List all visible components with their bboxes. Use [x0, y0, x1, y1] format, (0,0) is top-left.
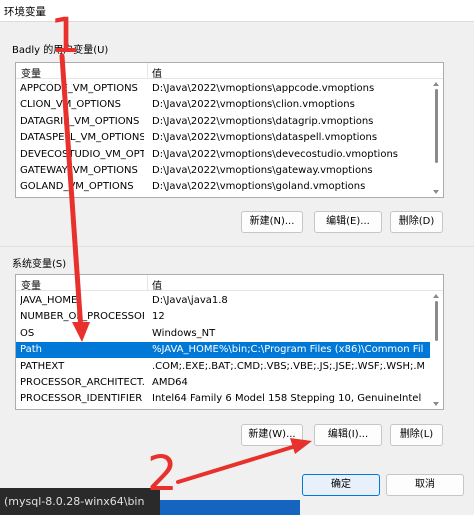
var-name-cell: PROCESSOR_IDENTIFIER [20, 393, 143, 405]
table-row[interactable]: CLION_VM_OPTIONS D:\Java\2022\vmoptions\c… [16, 97, 443, 113]
var-value-cell: D:\Java\2022\vmoptions\appcode.vmoptions [152, 83, 375, 94]
table-row[interactable]: GOLAND_VM_OPTIONS D:\Java\2022\vmoptions\… [16, 179, 443, 195]
header-divider[interactable] [147, 63, 148, 78]
var-value-cell: D:\Java\2022\vmoptions\gateway.vmoptions [152, 165, 373, 176]
sys-edit-button[interactable]: 编辑(I)... [314, 424, 382, 446]
var-name-cell: NUMBER_OF_PROCESSORS [20, 311, 144, 323]
var-value-cell: AMD64 [152, 377, 188, 388]
user-delete-button[interactable]: 删除(D) [390, 211, 443, 233]
var-name-cell: DATASPELL_VM_OPTIONS [20, 132, 144, 144]
sys-vars-label: 系统变量(S) [12, 259, 67, 270]
var-value-cell: Intel64 Family 6 Model 158 Stepping 10, … [152, 393, 422, 405]
var-name-cell: DATAGRIP_VM_OPTIONS [20, 115, 140, 127]
table-row[interactable]: PROCESSOR_ARCHITECT... AMD64 [16, 375, 443, 391]
table-row[interactable]: PROCESSOR_IDENTIFIER Intel64 Family 6 Mod… [16, 391, 443, 407]
cancel-button[interactable]: 取消 [386, 474, 464, 496]
taskbar-item[interactable]: (mysql-8.0.28-winx64\bin [0, 488, 160, 515]
var-name-cell: PATHEXT [20, 360, 65, 372]
taskbar-strip [160, 500, 300, 515]
user-vars-header: 变量 值 [16, 63, 443, 80]
var-value-cell: %JAVA_HOME%\bin;C:\Program Files (x86)\C… [152, 344, 424, 356]
header-divider[interactable] [147, 275, 148, 290]
var-value-cell: D:\Java\2022\vmoptions\dataspell.vmoptio… [152, 132, 378, 144]
header-value[interactable]: 值 [152, 277, 162, 292]
window-title: 环境变量 [4, 6, 46, 18]
var-value-cell: D:\Java\2022\vmoptions\clion.vmoptions [152, 99, 355, 111]
var-name-cell: OS [20, 327, 35, 339]
sys-delete-button[interactable]: 删除(L) [390, 424, 443, 446]
var-value-cell: D:\Java\2022\vmoptions\datagrip.vmoption… [152, 115, 374, 127]
scroll-thumb[interactable] [435, 301, 438, 341]
header-value[interactable]: 值 [152, 65, 162, 80]
user-vars-label: Badly 的用户变量(U) [12, 45, 109, 56]
sys-vars-header: 变量 值 [16, 275, 443, 292]
table-row[interactable]: Path %JAVA_HOME%\bin;C:\Program Files (x8… [16, 342, 443, 359]
table-row[interactable]: PATHEXT .COM;.EXE;.BAT;.CMD;.VBS;.VBE;.JS… [16, 359, 443, 375]
scroll-down-icon[interactable] [433, 190, 439, 194]
sys-new-button[interactable]: 新建(W)... [241, 424, 303, 446]
header-name[interactable]: 变量 [21, 65, 41, 80]
scroll-down-icon[interactable] [433, 402, 439, 406]
var-name-cell: CLION_VM_OPTIONS [20, 99, 121, 111]
annotation-arrow-2 [176, 444, 298, 484]
taskbar-label: (mysql-8.0.28-winx64\bin [4, 495, 145, 508]
var-value-cell: D:\Java\java1.8 [152, 295, 228, 306]
table-row[interactable]: DATAGRIP_VM_OPTIONS D:\Java\2022\vmoption… [16, 114, 443, 130]
ok-button[interactable]: 确定 [302, 474, 380, 496]
var-name-cell: PROCESSOR_ARCHITECT... [20, 377, 144, 388]
table-row[interactable]: OS Windows_NT [16, 326, 443, 342]
table-row[interactable]: JAVA_HOME D:\Java\java1.8 [16, 293, 443, 309]
var-value-cell: Windows_NT [152, 327, 216, 339]
scroll-up-icon[interactable] [433, 294, 439, 298]
table-row[interactable]: DATASPELL_VM_OPTIONS D:\Java\2022\vmoptio… [16, 130, 443, 146]
var-name-cell: GATEWAY_VM_OPTIONS [20, 165, 138, 176]
var-name-cell: Path [20, 344, 42, 356]
var-value-cell: D:\Java\2022\vmoptions\devecostudio.vmop… [152, 148, 399, 160]
table-row[interactable]: GATEWAY_VM_OPTIONS D:\Java\2022\vmoptions… [16, 163, 443, 179]
var-name-cell: DEVECOSTUDIO_VM_OPT... [20, 148, 144, 160]
header-name[interactable]: 变量 [21, 277, 41, 292]
user-vars-list[interactable]: 变量 值 APPCODE_VM_OPTIONS D:\Java\2022\vmop… [15, 62, 444, 198]
user-edit-button[interactable]: 编辑(E)... [314, 211, 382, 233]
table-row[interactable]: NUMBER_OF_PROCESSORS 12 [16, 309, 443, 325]
table-row[interactable]: APPCODE_VM_OPTIONS D:\Java\2022\vmoptions… [16, 81, 443, 97]
table-row[interactable]: DEVECOSTUDIO_VM_OPT... D:\Java\2022\vmopt… [16, 147, 443, 163]
var-name-cell: APPCODE_VM_OPTIONS [20, 83, 138, 94]
var-value-cell: 12 [152, 311, 165, 323]
scroll-thumb[interactable] [435, 89, 438, 163]
var-name-cell: GOLAND_VM_OPTIONS [20, 181, 134, 193]
scroll-up-icon[interactable] [433, 82, 439, 86]
var-value-cell: D:\Java\2022\vmoptions\goland.vmoptions [152, 181, 366, 193]
user-vars-scrollbar[interactable] [430, 79, 443, 197]
section-divider [0, 246, 474, 247]
var-value-cell: .COM;.EXE;.BAT;.CMD;.VBS;.VBE;.JS;.JSE;.… [152, 360, 424, 372]
sys-vars-list[interactable]: 变量 值 JAVA_HOME D:\Java\java1.8 NUMBER_OF_P… [15, 274, 444, 410]
sys-vars-scrollbar[interactable] [430, 291, 443, 409]
title-bar: 环境变量 [0, 0, 474, 22]
var-name-cell: JAVA_HOME [20, 295, 78, 306]
user-new-button[interactable]: 新建(N)... [241, 211, 303, 233]
